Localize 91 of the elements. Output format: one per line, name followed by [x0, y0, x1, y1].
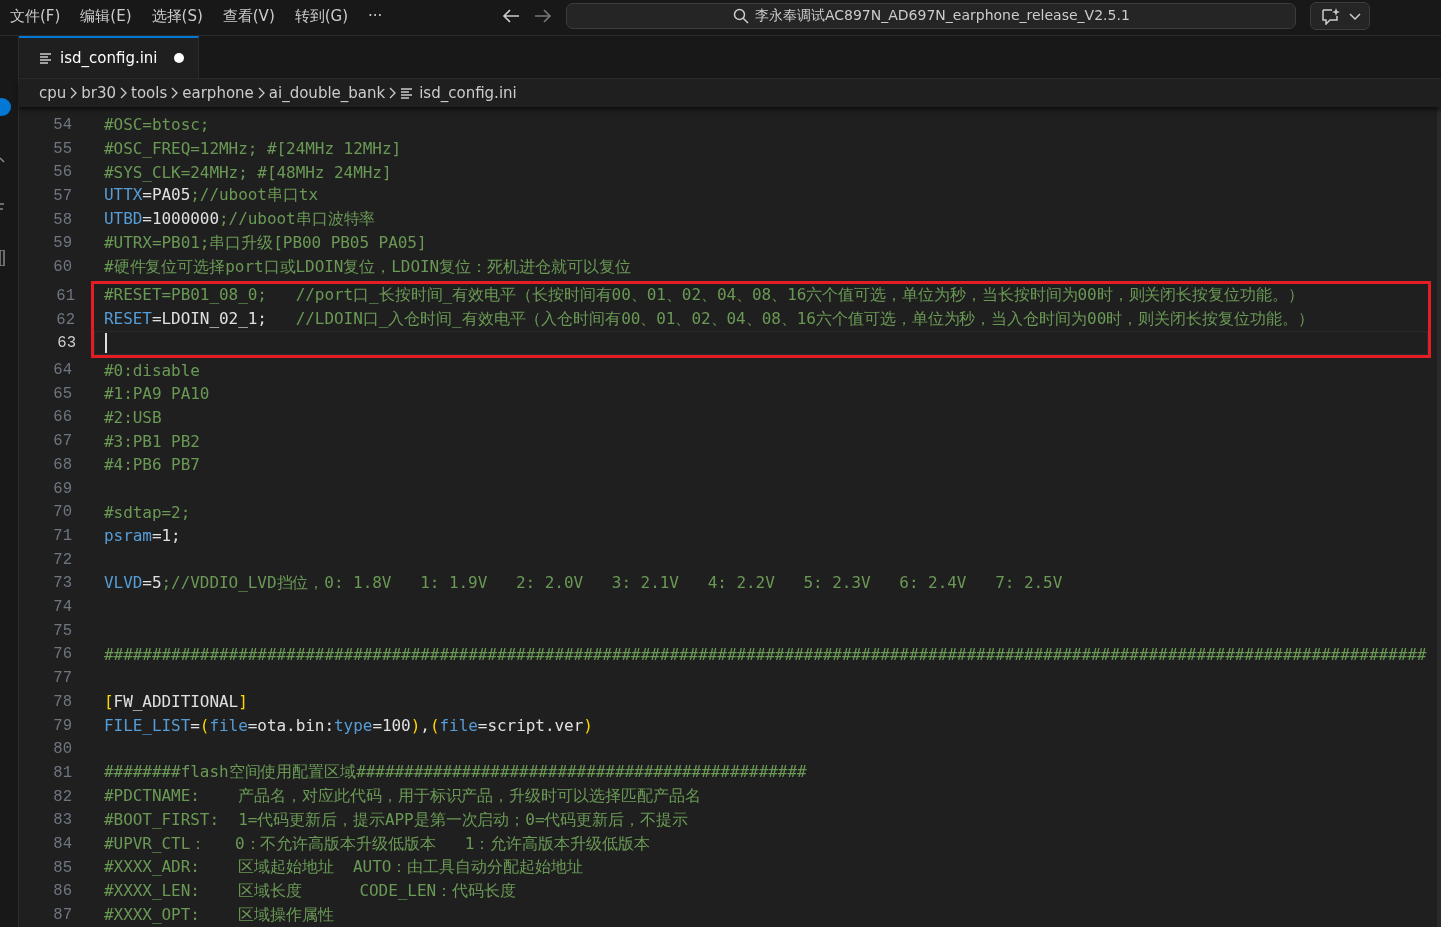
code-line: RESET=LDOIN_02_1; //LDOIN口_入仓时间_有效电平（入仓时间有00、01、02、04、08、16六个值可选，单位为秒，当入仓时间为00时，则关闭长按复位功能。） [104, 309, 1314, 331]
line-number: 55 [52, 139, 72, 158]
line-number: 81 [52, 763, 72, 782]
code-line: #UTRX=PB01;串口升级[PB00 PB05 PA05] [104, 232, 427, 254]
breadcrumb-item[interactable]: earphone [182, 84, 254, 102]
line-number: 60 [52, 258, 72, 277]
breadcrumb-item[interactable]: cpu [39, 84, 67, 102]
line-number: 71 [52, 526, 72, 545]
text-cursor [105, 333, 107, 354]
code-line: #XXXX_ADR: 区域起始地址 AUTO：由工具自动分配起始地址 [104, 857, 583, 879]
line-number: 65 [52, 384, 72, 403]
line-number: 61 [55, 286, 75, 305]
line-number: 76 [52, 645, 72, 664]
chevron-right-icon [389, 87, 397, 99]
menu-item[interactable]: 选择(S) [141, 2, 213, 30]
chat-button[interactable] [1310, 2, 1371, 30]
line-number: 66 [52, 408, 72, 427]
code-line: #2:USB [104, 407, 162, 427]
line-number: 75 [52, 621, 72, 640]
code-line: #UPVR_CTL： 0：不允许高版本升级低版本 1：允许高版本升级低版本 [104, 833, 650, 855]
code-line: [FW_ADDITIONAL] [104, 692, 248, 712]
line-number: 68 [52, 455, 72, 474]
code-line: #PDCTNAME: 产品名，对应此代码，用于标识产品，升级时可以选择匹配产品名 [104, 786, 701, 808]
unsaved-dot-icon [173, 53, 184, 63]
code-line: FILE_LIST=(file=ota.bin:type=100),(file=script.ver) [104, 716, 593, 736]
line-number: 84 [52, 835, 72, 854]
chevron-right-icon [171, 87, 179, 99]
line-number: 87 [52, 906, 72, 925]
code-line: #OSC_FREQ=12MHz; #[24MHz 12MHz] [104, 139, 402, 159]
code-line: psram=1; [104, 526, 181, 546]
line-number: 80 [52, 740, 72, 759]
line-number: 70 [52, 503, 72, 522]
chevron-right-icon [120, 87, 128, 99]
line-number: 74 [52, 598, 72, 617]
code-line: #1:PA9 PA10 [104, 384, 210, 404]
chat-sparkle-icon [1319, 7, 1341, 25]
code-line: #硬件复位可选择port口或LDOIN复位，LDOIN复位：死机进仓就可以复位 [104, 256, 631, 278]
menu-item[interactable]: 转到(G) [284, 2, 359, 30]
code-line: #RESET=PB01_08_0; //port口_长按时间_有效电平（长按时间有00、01、02、04、08、16六个值可选，单位为秒，当长按时间为00时，则关闭长按复位功能。） [104, 285, 1304, 307]
search-icon [732, 8, 749, 24]
line-number: 62 [55, 310, 75, 329]
breadcrumb-item[interactable]: isd_config.ini [400, 84, 517, 102]
menu-item[interactable]: 文件(F) [0, 2, 71, 30]
code-line: UTTX=PA05;//uboot串口tx [104, 185, 318, 207]
back-arrow-icon[interactable] [502, 7, 521, 25]
code-line: #OSC=btosc; [104, 115, 210, 135]
line-number: 67 [52, 432, 72, 451]
chevron-down-icon [1348, 12, 1361, 20]
code-line: #sdtap=2; [104, 502, 191, 522]
line-number: 86 [52, 882, 72, 901]
line-number: 59 [52, 234, 72, 253]
code-line: UTBD=1000000;//uboot串口波特率 [104, 209, 376, 231]
line-number: 58 [52, 210, 72, 229]
code-line: ########flash空间使用配置区域############################################### [104, 762, 807, 784]
line-number: 79 [52, 716, 72, 735]
code-line: #SYS_CLK=24MHz; #[48MHz 24MHz] [104, 162, 392, 182]
code-line: ########################################################################################################################################## [104, 644, 1427, 664]
code-line: #4:PB6 PB7 [104, 455, 200, 475]
menu-item[interactable]: 查看(V) [212, 2, 285, 30]
chevron-right-icon [257, 87, 265, 99]
line-number: 82 [52, 787, 72, 806]
line-number: 83 [52, 811, 72, 830]
line-number: 78 [52, 692, 72, 711]
line-number: 54 [52, 115, 72, 134]
line-number: 56 [52, 163, 72, 182]
menu-item[interactable]: ··· [358, 3, 393, 29]
line-number: 73 [52, 574, 72, 593]
line-number: 72 [52, 550, 72, 569]
line-number: 77 [52, 669, 72, 688]
line-number: 64 [52, 361, 72, 379]
search-field[interactable]: 李永奉调试AC897N_AD697N_earphone_release_V2.5.1 [566, 3, 1297, 29]
code-line: VLVD=5;//VDDIO_LVD挡位，0: 1.8V 1: 1.9V 2: 2.0V 3: 2.1V 4: 2.2V 5: 2.3V 6: 2.4V 7: 2.5V [104, 572, 1063, 594]
chevron-right-icon [70, 87, 78, 99]
code-line: #XXXX_LEN: 区域长度 CODE_LEN：代码长度 [104, 881, 516, 902]
line-number: 57 [52, 186, 72, 205]
forward-arrow-icon[interactable] [534, 7, 553, 25]
code-line: #0:disable [104, 360, 200, 380]
breadcrumb-item[interactable]: br30 [81, 84, 117, 102]
breadcrumb-item[interactable]: ai_double_bank [268, 84, 386, 102]
file-lines-icon [400, 86, 414, 100]
editor-tab[interactable]: isd_config.ini [19, 36, 199, 78]
line-number: 85 [52, 858, 72, 877]
line-number: 69 [52, 479, 72, 498]
file-lines-icon [39, 51, 52, 65]
menu-item[interactable]: 编辑(E) [70, 2, 142, 30]
line-number: 63 [56, 334, 76, 353]
notification-badge-icon [0, 98, 11, 116]
breadcrumb-item[interactable]: tools [131, 84, 168, 102]
code-line: #BOOT_FIRST: 1=代码更新后，提示APP是第一次启动；0=代码更新后，不提示 [104, 809, 689, 831]
code-line: #3:PB1 PB2 [104, 431, 200, 451]
code-line: #XXXX_OPT: 区域操作属性 [104, 904, 334, 926]
